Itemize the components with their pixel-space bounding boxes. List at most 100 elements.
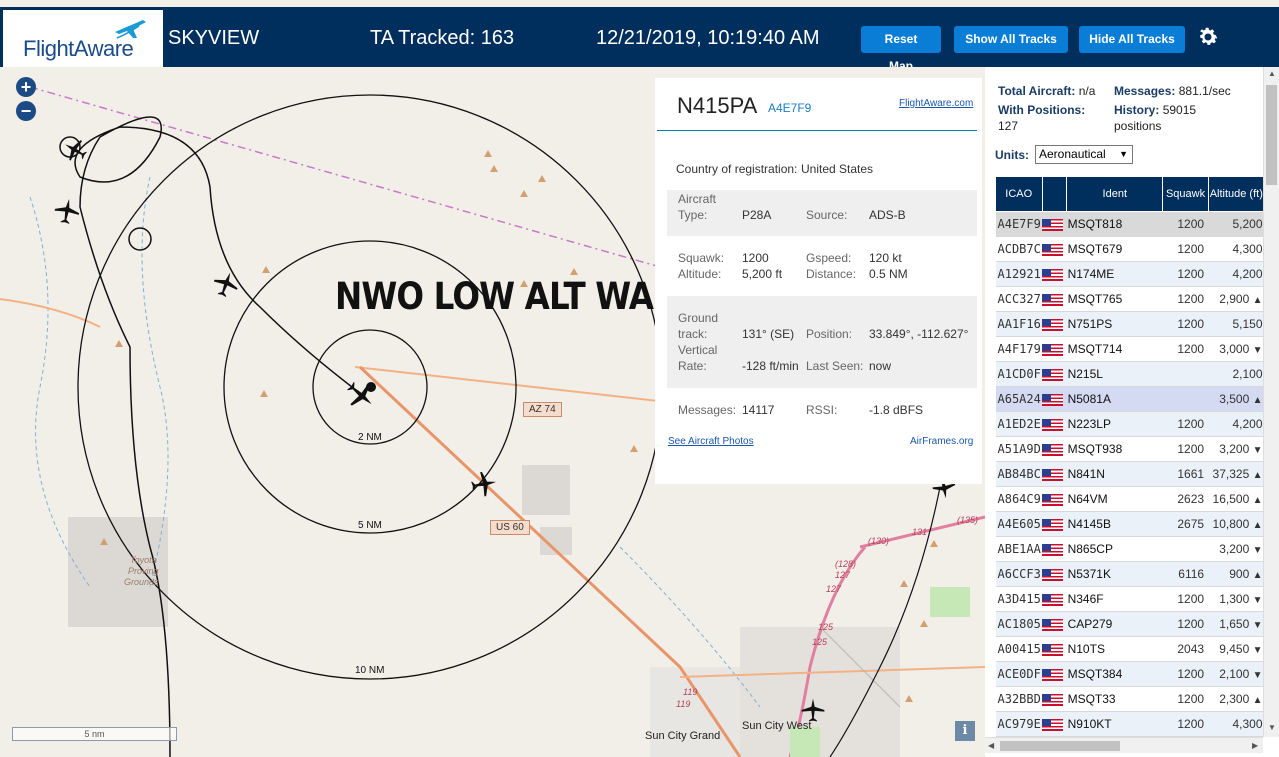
column-header-flag[interactable] — [1041, 176, 1068, 212]
aircraft-icon[interactable] — [62, 137, 88, 163]
column-header-icao[interactable]: ICAO — [995, 176, 1043, 212]
us-flag-icon — [1042, 243, 1063, 256]
altitude-value: 4,300 — [1232, 242, 1263, 256]
road-number: 127 — [826, 584, 842, 594]
table-row[interactable]: A1CD0F N215L 2,100 — [995, 361, 1265, 387]
table-row[interactable]: A4E7F9 MSQT818 1200 5,200 — [995, 211, 1265, 237]
zoom-out-button[interactable]: − — [16, 101, 36, 121]
aircraft-type-value: P28A — [742, 208, 772, 222]
icao-cell: A6CCF3 — [995, 561, 1042, 587]
icao-cell: ACDB7C — [995, 236, 1042, 262]
show-all-tracks-button[interactable]: Show All Tracks — [954, 26, 1068, 53]
table-row[interactable]: A65A24 N5081A 3,500 ▲ — [995, 386, 1265, 412]
aircraft-photos-link[interactable]: See Aircraft Photos — [668, 436, 754, 447]
ident-cell: CAP279 — [1066, 611, 1163, 637]
altitude-label: Altitude: — [678, 267, 722, 281]
table-row[interactable]: A3D415 N346F 1200 1,300 ▼ — [995, 586, 1265, 612]
table-row[interactable]: A864C9 N64VM 2623 16,500 ▲ — [995, 486, 1265, 512]
flag-cell — [1042, 236, 1067, 262]
detail-block — [667, 296, 977, 388]
altitude-cell: 2,300 ▲ — [1208, 686, 1265, 712]
scroll-right-icon[interactable]: ▶ — [1252, 741, 1258, 750]
flag-cell — [1042, 211, 1067, 237]
us-flag-icon — [1042, 268, 1063, 281]
table-row[interactable]: ACE0DF MSQT384 1200 2,100 ▼ — [995, 661, 1265, 687]
table-row[interactable]: A32BBD MSQT33 1200 2,300 ▲ — [995, 686, 1265, 712]
flag-cell — [1042, 336, 1067, 362]
table-row[interactable]: A51A9D MSQT938 1200 3,200 ▼ — [995, 436, 1265, 462]
icao-cell: AA1F16 — [995, 311, 1042, 337]
table-row[interactable]: A12921 N174ME 1200 4,200 — [995, 261, 1265, 287]
us-flag-icon — [1042, 418, 1063, 431]
ident-cell: N223LP — [1066, 411, 1163, 437]
column-header-altitude[interactable]: Altitude (ft) — [1207, 176, 1266, 212]
place-label: Toyota — [130, 555, 157, 565]
road-number: 119 — [676, 699, 691, 709]
rssi-value: -1.8 dBFS — [869, 403, 924, 417]
altitude-value: 3,200 — [1219, 442, 1250, 456]
squawk-cell: 1200 — [1162, 286, 1209, 312]
airframes-link[interactable]: AirFrames.org — [910, 436, 973, 447]
scroll-up-icon[interactable]: ▲ — [1268, 69, 1276, 78]
table-row[interactable]: A6CCF3 N5371K 6116 900 ▲ — [995, 561, 1265, 587]
distance-value: 0.5 NM — [869, 267, 908, 281]
table-row[interactable]: A4E605 N4145B 2675 10,800 ▲ — [995, 511, 1265, 537]
ident-cell: MSQT818 — [1066, 211, 1163, 237]
map-info-button[interactable]: i — [955, 721, 975, 741]
aircraft-selected-icon[interactable] — [345, 379, 377, 411]
altitude-cell: 5,200 — [1208, 211, 1265, 237]
altitude-cell: 4,200 — [1208, 411, 1265, 437]
flag-cell — [1042, 311, 1067, 337]
table-row[interactable]: AC1805 CAP279 1200 1,650 ▼ — [995, 611, 1265, 637]
altitude-cell: 10,800 ▲ — [1208, 511, 1265, 537]
flag-cell — [1042, 261, 1067, 287]
table-row[interactable]: ACDB7C MSQT679 1200 4,300 — [995, 236, 1265, 262]
scrollbar-thumb[interactable] — [1000, 741, 1120, 751]
road-number: 127 — [835, 570, 851, 580]
scroll-left-icon[interactable]: ◀ — [988, 741, 994, 750]
reset-map-button[interactable]: Reset Map — [861, 26, 941, 73]
squawk-cell: 1200 — [1162, 236, 1209, 262]
table-row[interactable]: A4F179 MSQT714 1200 3,000 ▼ — [995, 336, 1265, 362]
flag-cell — [1042, 586, 1067, 612]
aircraft-icon[interactable] — [470, 470, 498, 498]
flightaware-link[interactable]: FlightAware.com — [899, 98, 973, 109]
table-row[interactable]: AA1F16 N751PS 1200 5,150 — [995, 311, 1265, 337]
flag-cell — [1042, 536, 1067, 562]
us-flag-icon — [1042, 468, 1063, 481]
altitude-trend-icon: ▼ — [1252, 545, 1263, 556]
scroll-down-icon[interactable]: ▼ — [1268, 723, 1276, 732]
units-select[interactable]: Aeronautical ▼ — [1035, 145, 1133, 164]
squawk-cell: 1200 — [1162, 436, 1209, 462]
column-header-squawk[interactable]: Squawk — [1162, 176, 1209, 212]
aircraft-icon[interactable] — [212, 270, 240, 298]
table-row[interactable]: ACC327 MSQT765 1200 2,900 ▲ — [995, 286, 1265, 312]
road-number: (130) — [868, 536, 890, 546]
ident-cell: MSQT714 — [1066, 336, 1163, 362]
hide-all-tracks-button[interactable]: Hide All Tracks — [1079, 26, 1185, 53]
table-row[interactable]: ABE1AA N865CP 3,200 ▼ — [995, 536, 1265, 562]
table-row[interactable]: AB84BC N841N 1661 37,325 ▲ — [995, 461, 1265, 487]
squawk-cell: 2043 — [1162, 636, 1209, 662]
horizontal-scrollbar[interactable]: ◀ ▶ — [985, 737, 1263, 753]
zoom-in-button[interactable]: + — [16, 77, 36, 97]
squawk-cell: 1200 — [1162, 586, 1209, 612]
flightaware-logo[interactable]: FlightAware — [3, 10, 163, 67]
total-aircraft-value: n/a — [1078, 84, 1096, 98]
scrollbar-thumb[interactable] — [1266, 85, 1277, 185]
altitude-value: 900 — [1229, 567, 1250, 581]
table-row[interactable]: A00415 N10TS 2043 9,450 ▼ — [995, 636, 1265, 662]
us-flag-icon — [1042, 368, 1063, 381]
app-title: SKYVIEW — [168, 27, 260, 49]
column-header-ident[interactable]: Ident — [1066, 176, 1164, 212]
aircraft-icon[interactable] — [53, 197, 81, 225]
altitude-cell: 2,900 ▲ — [1208, 286, 1265, 312]
table-row[interactable]: A1ED2E N223LP 1200 4,200 — [995, 411, 1265, 437]
country-label: Country of registration: — [676, 162, 798, 176]
altitude-value: 2,100 — [1232, 367, 1263, 381]
icao-cell: AC979E — [995, 711, 1042, 737]
road-shield-az74: AZ 74 — [523, 402, 562, 417]
vertical-scrollbar[interactable]: ▲ ▼ — [1263, 67, 1279, 737]
table-row[interactable]: AC979E N910KT 1200 4,300 — [995, 711, 1265, 737]
gear-icon[interactable] — [1196, 25, 1220, 49]
